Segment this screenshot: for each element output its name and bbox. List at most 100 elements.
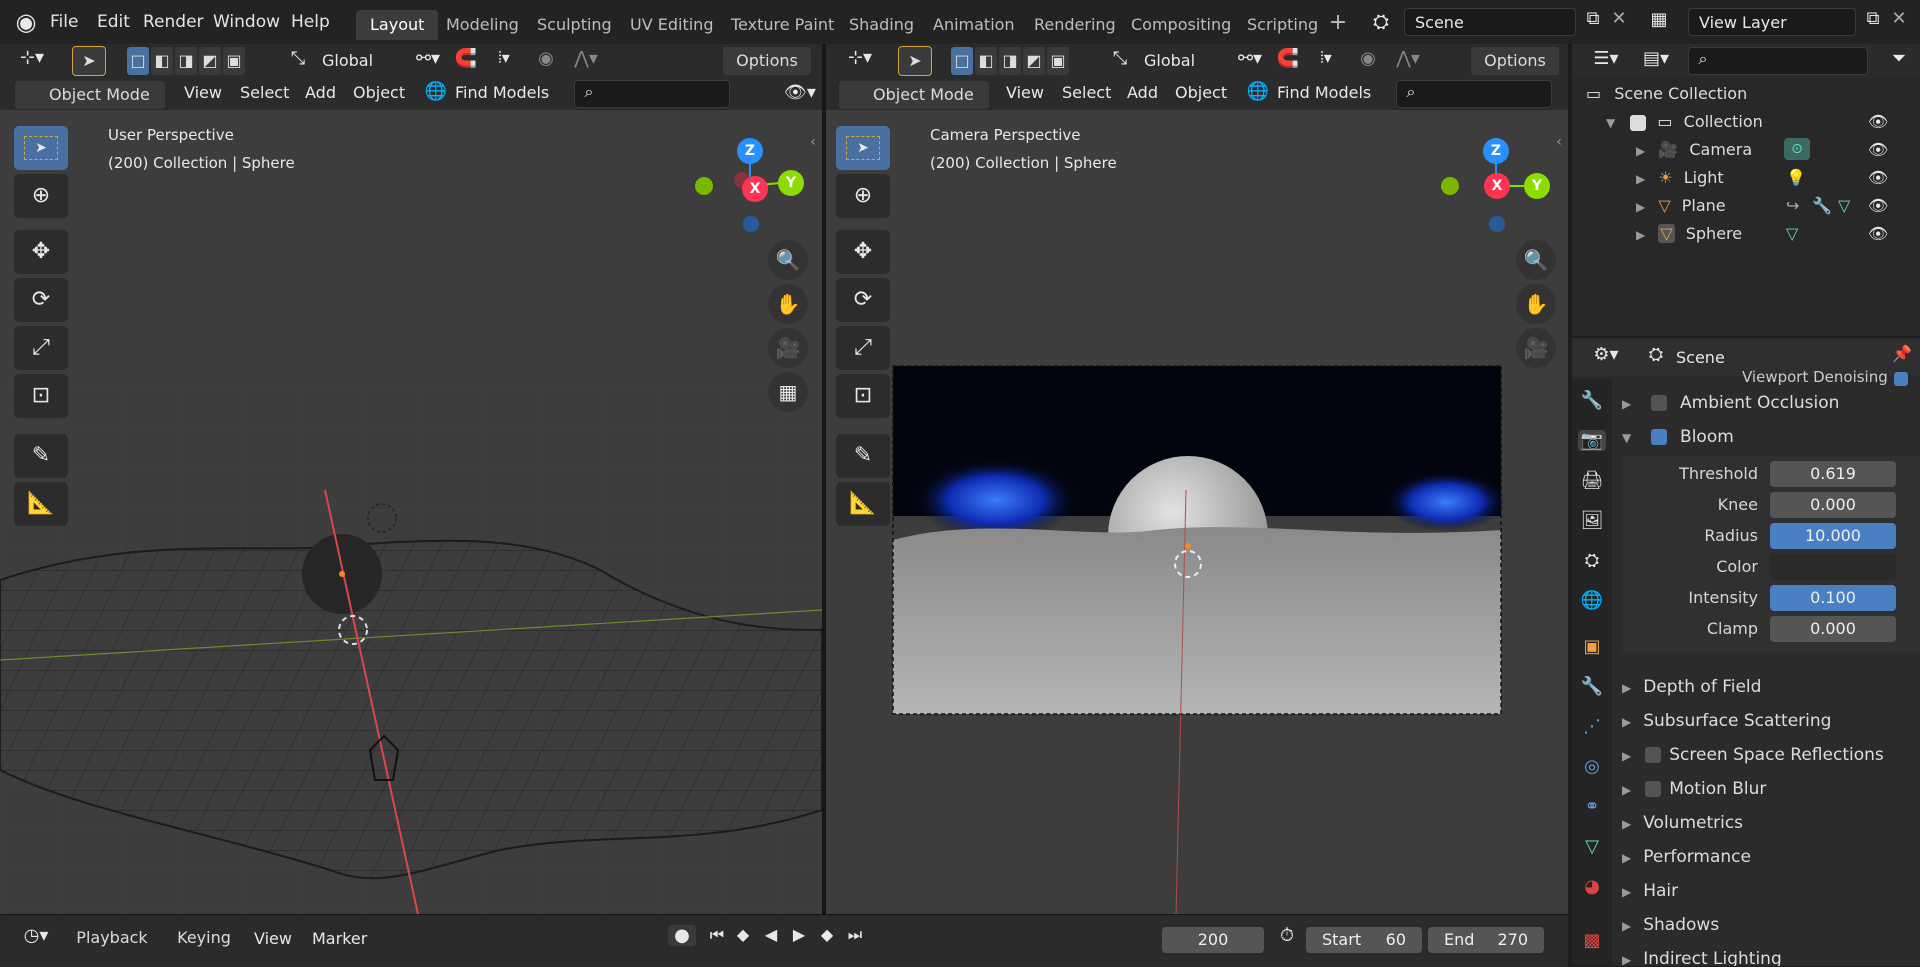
expand-icon[interactable]: ▶ [1622, 783, 1631, 797]
end-frame-field[interactable]: End 270 [1428, 927, 1544, 953]
tool-annotate[interactable]: ✎ [836, 434, 890, 478]
transform-orientation-select[interactable]: Global [312, 47, 392, 75]
outliner-collection[interactable]: ▼ ▭ Collection 👁 [1606, 108, 1920, 136]
outliner-scene-collection[interactable]: ▭ Scene Collection [1586, 80, 1906, 108]
pan-hand-icon[interactable]: ✋ [1516, 284, 1556, 324]
gizmo-x[interactable]: X [1484, 173, 1510, 199]
select-mode-subtract-icon[interactable]: ◨ [174, 46, 198, 76]
visibility-eye-icon[interactable]: 👁 [1868, 136, 1888, 164]
expand-icon[interactable]: ▶ [1622, 749, 1631, 763]
expand-icon[interactable]: ▼ [1606, 116, 1615, 130]
color-swatch[interactable] [1770, 554, 1896, 580]
plane-mesh-icon[interactable]: ▽ [1838, 192, 1850, 220]
expand-icon[interactable]: ▶ [1622, 885, 1631, 899]
tool-measure[interactable]: 📐 [14, 482, 68, 526]
view-layer-tab-icon[interactable]: 🖼 [1578, 510, 1606, 531]
tool-transform[interactable]: ⊡ [14, 374, 68, 418]
select-mode-new-icon[interactable]: □ [126, 46, 150, 76]
tool-select-box[interactable]: ➤ [836, 126, 890, 170]
menu-add[interactable]: Add [305, 83, 336, 102]
object-tab-icon[interactable]: ▣ [1578, 636, 1606, 657]
panel-volumetrics[interactable]: ▶ Volumetrics [1622, 806, 1912, 840]
bloom-checkbox[interactable] [1650, 429, 1667, 445]
object-mode-select[interactable]: Object Mode [838, 80, 990, 110]
zoom-icon[interactable]: 🔍 [768, 240, 808, 280]
menu-select[interactable]: Select [240, 83, 289, 102]
outliner-item-light[interactable]: ▶ ☀ Light 💡 👁 [1636, 164, 1920, 192]
pan-hand-icon[interactable]: ✋ [768, 284, 808, 324]
select-mode-invert-icon[interactable]: ◩ [1022, 46, 1046, 76]
gizmo-z[interactable]: Z [1483, 138, 1509, 164]
viewport-user-perspective[interactable]: ⊹▾ ➤ □ ◧ ◨ ◩ ▣ ⤡ Global ⚯▾ 🧲 ⦙▾ ◉ ⋀▾ Opt… [0, 44, 826, 914]
tool-scale[interactable]: ⤢ [836, 326, 890, 370]
snap-target-icon[interactable]: ⦙▾ [1306, 48, 1346, 68]
gizmo-x[interactable]: X [742, 176, 768, 202]
expand-icon[interactable]: ▶ [1622, 397, 1631, 411]
ambient-occlusion-checkbox[interactable] [1650, 395, 1667, 411]
outliner-item-sphere[interactable]: ▶ ▽ Sphere ▽ 👁 [1636, 220, 1920, 248]
proportional-edit-icon[interactable]: ◉ [534, 48, 558, 69]
expand-icon[interactable]: ▶ [1622, 817, 1631, 831]
select-mode-invert-icon[interactable]: ◩ [198, 46, 222, 76]
tool-move[interactable]: ✥ [836, 230, 890, 274]
tab-modeling[interactable]: Modeling [432, 10, 533, 40]
menu-object[interactable]: Object [353, 83, 405, 102]
scene-name-field[interactable]: Scene [1404, 8, 1576, 36]
tool-settings-tab-icon[interactable]: 🔧 [1578, 390, 1606, 411]
menu-add[interactable]: Add [1127, 83, 1158, 102]
select-mode-intersect-icon[interactable]: ▣ [1046, 46, 1070, 76]
select-mode-extend-icon[interactable]: ◧ [974, 46, 998, 76]
snap-icon[interactable]: 🧲 [1276, 48, 1300, 69]
scene-icon[interactable]: ⛭ [1366, 9, 1396, 33]
outliner-search[interactable] [1688, 47, 1868, 75]
properties-editor-type-icon[interactable]: ⚙▾ [1586, 344, 1626, 365]
tool-select-box[interactable]: ➤ [14, 126, 68, 170]
tab-uv-editing[interactable]: UV Editing [616, 10, 727, 40]
visibility-eye-icon[interactable]: 👁 [1868, 108, 1888, 136]
visibility-eye-icon[interactable]: 👁 [1868, 220, 1888, 248]
menu-view[interactable]: View [184, 83, 222, 102]
menu-view[interactable]: View [1006, 83, 1044, 102]
motion-blur-checkbox[interactable] [1645, 781, 1662, 797]
menu-file[interactable]: File [50, 0, 78, 44]
tab-layout[interactable]: Layout [356, 10, 439, 40]
gizmo-z[interactable]: Z [737, 138, 763, 164]
timeline-view-menu[interactable]: View [254, 929, 292, 948]
blender-logo-icon[interactable]: ◉ [12, 8, 40, 36]
options-button[interactable]: Options [1470, 46, 1560, 76]
editor-type-icon[interactable]: ⊹▾ [12, 47, 52, 68]
find-models-select[interactable]: Find Models [455, 83, 549, 102]
plane-hook-icon[interactable]: ↪ [1786, 192, 1799, 220]
sidebar-toggle-icon[interactable]: ‹ [1552, 134, 1566, 150]
light-data-icon[interactable]: 💡 [1786, 164, 1806, 192]
menu-object[interactable]: Object [1175, 83, 1227, 102]
expand-icon[interactable]: ▶ [1636, 172, 1645, 186]
expand-icon[interactable]: ▶ [1622, 919, 1631, 933]
outliner-item-plane[interactable]: ▶ ▽ Plane ↪ 🔧 ▽ 👁 [1636, 192, 1920, 220]
scene-tab-icon[interactable]: ⛭ [1578, 550, 1606, 571]
tool-cursor[interactable]: ⊕ [14, 174, 68, 218]
select-tool-icon[interactable]: ➤ [72, 46, 106, 76]
intensity-field[interactable]: 0.100 [1770, 585, 1896, 611]
camera-data-icon[interactable]: ⊙ [1784, 138, 1810, 160]
tool-transform[interactable]: ⊡ [836, 374, 890, 418]
view-layer-field[interactable]: View Layer [1688, 8, 1856, 36]
visibility-eye-icon[interactable]: 👁 [1868, 192, 1888, 220]
navigation-gizmo[interactable]: Z Y X [680, 130, 810, 250]
play-reverse-icon[interactable]: ◀ [758, 925, 784, 944]
expand-icon[interactable]: ▶ [1622, 715, 1631, 729]
pin-icon[interactable]: 📌 [1890, 344, 1914, 363]
tab-shading[interactable]: Shading [835, 10, 928, 40]
falloff-icon[interactable]: ⋀▾ [1388, 48, 1428, 69]
playback-menu[interactable]: Playback [64, 924, 160, 954]
falloff-icon[interactable]: ⋀▾ [566, 48, 606, 69]
ortho-grid-icon[interactable]: ▦ [768, 372, 808, 412]
options-button[interactable]: Options [722, 46, 812, 76]
expand-icon[interactable]: ▶ [1636, 228, 1645, 242]
pivot-point-icon[interactable]: ⚯▾ [1230, 48, 1270, 69]
tool-move[interactable]: ✥ [14, 230, 68, 274]
next-keyframe-icon[interactable]: ◆ [814, 925, 840, 944]
current-frame-field[interactable]: 200 [1162, 927, 1264, 953]
select-tool-icon[interactable]: ➤ [898, 46, 932, 76]
pivot-point-icon[interactable]: ⚯▾ [408, 48, 448, 69]
